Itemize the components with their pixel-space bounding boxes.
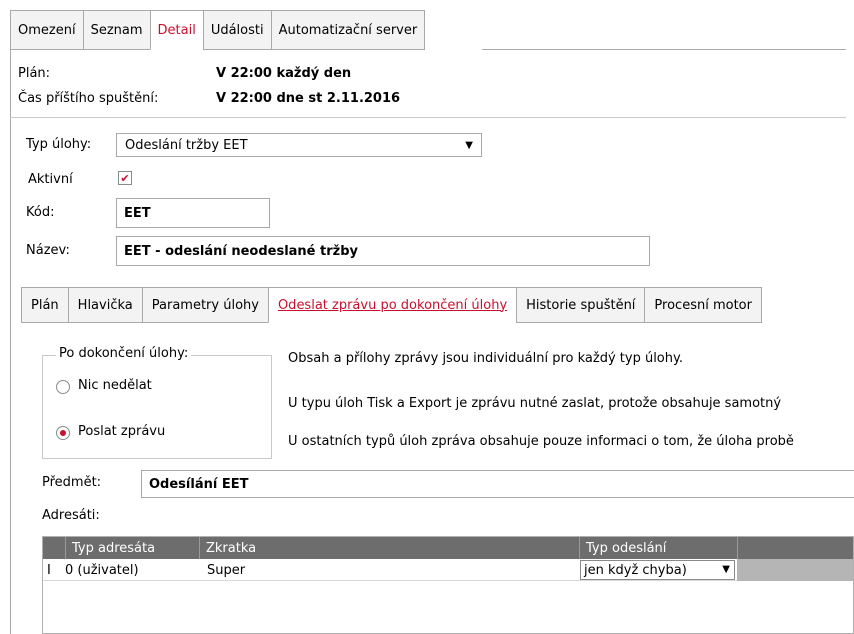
tab-seznam[interactable]: Seznam: [82, 10, 150, 50]
info-text-3: U ostatních typů úloh zpráva obsahuje po…: [288, 434, 794, 449]
code-value: EET: [124, 205, 151, 221]
column-header-send-type[interactable]: Typ odeslání: [579, 537, 737, 559]
recipients-label: Adresáti:: [42, 508, 100, 523]
subject-value: Odesílání EET: [149, 476, 249, 492]
next-run-label: Čas příštího spuštění:: [18, 91, 159, 106]
tab-procesni-motor[interactable]: Procesní motor: [644, 287, 762, 323]
panel-left-border: [10, 49, 11, 634]
task-type-value: Odeslání tržby EET: [125, 137, 248, 153]
tab-omezeni[interactable]: Omezení: [10, 10, 83, 50]
inner-tab-strip: Plán Hlavička Parametry úlohy Odeslat zp…: [21, 287, 762, 323]
recipients-table: Typ adresáta Zkratka Typ odeslání I 0 (u…: [42, 536, 854, 634]
tab-hlavicka[interactable]: Hlavička: [67, 287, 142, 323]
chevron-down-icon: ▼: [722, 564, 730, 575]
next-run-value: V 22:00 dne st 2.11.2016: [216, 91, 401, 106]
task-type-label: Typ úlohy:: [26, 137, 92, 152]
cell-empty: [737, 559, 853, 581]
code-input[interactable]: EET: [116, 198, 270, 228]
table-row[interactable]: I 0 (uživatel) Super jen když chyba) ▼: [43, 559, 853, 581]
plan-value: V 22:00 každý den: [216, 66, 352, 81]
plan-label: Plán:: [18, 66, 51, 81]
name-input[interactable]: EET - odeslání neodeslané tržby: [116, 236, 650, 266]
tab-odeslat-zpravu[interactable]: Odeslat zprávu po dokončení úlohy: [267, 287, 517, 323]
chevron-down-icon: ▼: [465, 140, 473, 151]
table-header: Typ adresáta Zkratka Typ odeslání: [43, 537, 853, 559]
tab-plan[interactable]: Plán: [21, 287, 68, 323]
column-header-short[interactable]: Zkratka: [199, 537, 579, 559]
tab-automatizacni-server[interactable]: Automatizační server: [270, 10, 426, 50]
completion-group: [42, 355, 272, 459]
column-header-empty: [737, 537, 853, 559]
tab-historie-spusteni[interactable]: Historie spuštění: [516, 287, 645, 323]
radio-nothing-label[interactable]: Nic nedělat: [78, 378, 152, 393]
name-value: EET - odeslání neodeslané tržby: [124, 243, 358, 259]
send-type-value: jen když chyba): [584, 562, 687, 578]
row-cursor-marker: I: [47, 562, 51, 578]
tab-detail[interactable]: Detail: [149, 10, 203, 50]
task-type-select[interactable]: Odeslání tržby EET ▼: [116, 133, 482, 157]
code-label: Kód:: [26, 205, 55, 220]
tab-udalosti[interactable]: Události: [202, 10, 271, 50]
radio-send[interactable]: [56, 426, 70, 440]
cell-recipient-type[interactable]: 0 (uživatel): [65, 559, 139, 581]
completion-group-title: Po dokončení úlohy:: [56, 346, 192, 361]
info-text-1: Obsah a přílohy zprávy jsou individuální…: [288, 351, 683, 366]
column-header-type[interactable]: Typ adresáta: [65, 537, 199, 559]
tab-parametry-ulohy[interactable]: Parametry úlohy: [141, 287, 268, 323]
subject-label: Předmět:: [42, 475, 102, 490]
active-checkbox[interactable]: ✔: [118, 171, 132, 185]
radio-nothing[interactable]: [56, 380, 70, 394]
radio-send-label[interactable]: Poslat zprávu: [78, 424, 165, 439]
subject-input[interactable]: Odesílání EET: [141, 470, 854, 498]
top-tab-strip: Omezení Seznam Detail Události Automatiz…: [10, 10, 426, 50]
info-divider: [10, 117, 846, 118]
cell-short[interactable]: Super: [207, 559, 245, 581]
name-label: Název:: [26, 243, 70, 258]
info-text-2: U typu úloh Tisk a Export je zprávu nutn…: [288, 396, 782, 411]
send-type-select[interactable]: jen když chyba) ▼: [580, 560, 735, 580]
checkmark-icon: ✔: [120, 171, 130, 185]
tab-strip-divider: [482, 49, 846, 50]
active-label: Aktivní: [28, 172, 73, 187]
